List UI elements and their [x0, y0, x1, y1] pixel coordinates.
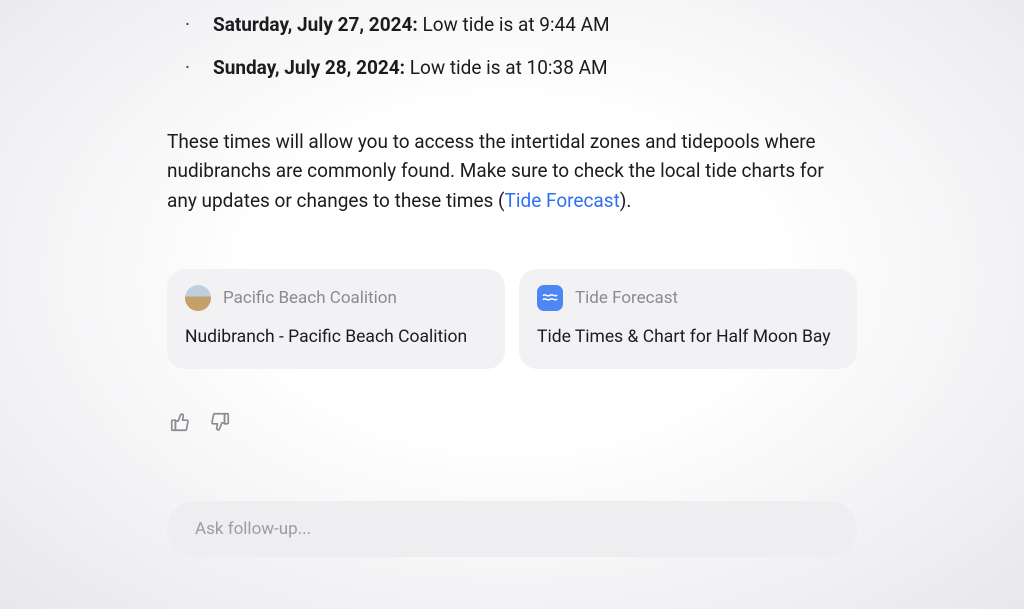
tide-time: Low tide is at 9:44 AM [418, 13, 610, 36]
paragraph-text: ). [620, 189, 632, 212]
summary-paragraph: These times will allow you to access the… [167, 127, 857, 215]
card-title: Nudibranch - Pacific Beach Coalition [185, 324, 487, 351]
thumbs-up-button[interactable] [167, 409, 193, 435]
card-source-name: Pacific Beach Coalition [223, 285, 397, 311]
card-header: Pacific Beach Coalition [185, 285, 487, 311]
followup-row [167, 501, 857, 557]
feedback-row [167, 409, 857, 435]
chat-message-content: Saturday, July 27, 2024: Low tide is at … [167, 0, 857, 557]
thumbs-down-icon [209, 411, 231, 433]
thumbs-down-button[interactable] [207, 409, 233, 435]
list-item: Sunday, July 28, 2024: Low tide is at 10… [195, 53, 857, 82]
tide-list: Saturday, July 27, 2024: Low tide is at … [167, 10, 857, 83]
card-source-name: Tide Forecast [575, 285, 678, 311]
beach-icon [185, 285, 211, 311]
followup-input[interactable] [167, 501, 857, 557]
thumbs-up-icon [169, 411, 191, 433]
list-item: Saturday, July 27, 2024: Low tide is at … [195, 10, 857, 39]
source-card-tide-forecast[interactable]: Tide Forecast Tide Times & Chart for Hal… [519, 269, 857, 368]
tide-time: Low tide is at 10:38 AM [405, 56, 608, 79]
tide-date: Sunday, July 28, 2024: [213, 56, 405, 79]
source-card-pacific-beach[interactable]: Pacific Beach Coalition Nudibranch - Pac… [167, 269, 505, 368]
card-title: Tide Times & Chart for Half Moon Bay [537, 324, 839, 351]
paragraph-text: These times will allow you to access the… [167, 130, 824, 212]
card-header: Tide Forecast [537, 285, 839, 311]
source-cards: Pacific Beach Coalition Nudibranch - Pac… [167, 269, 857, 368]
tide-date: Saturday, July 27, 2024: [213, 13, 418, 36]
wave-icon [537, 285, 563, 311]
tide-forecast-link[interactable]: Tide Forecast [505, 189, 620, 212]
